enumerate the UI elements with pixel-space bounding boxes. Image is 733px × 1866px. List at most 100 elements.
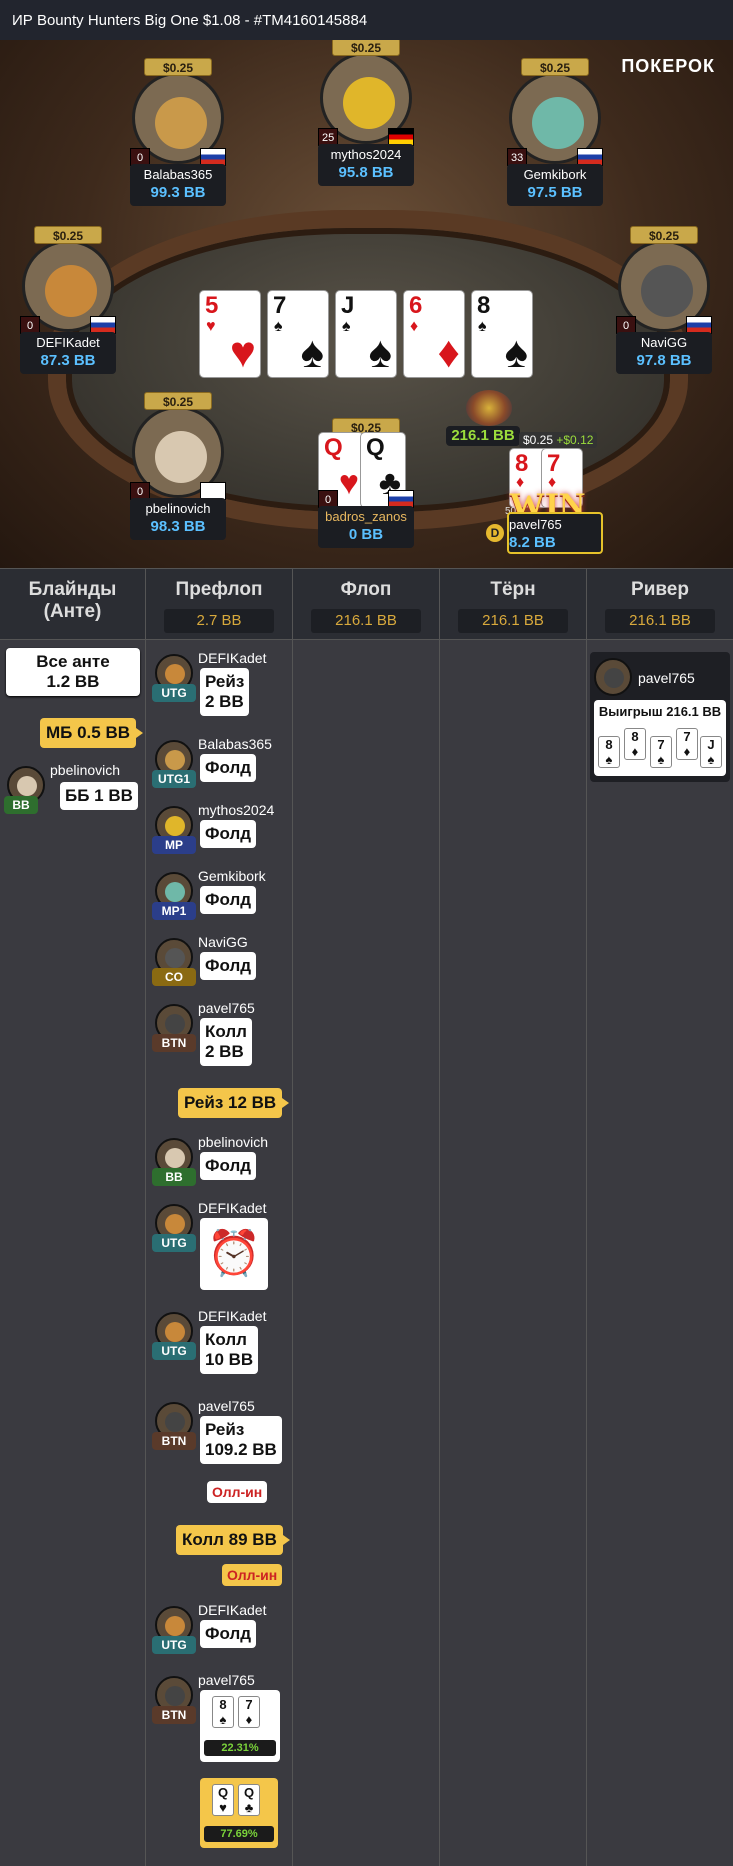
seat-pbelinovich[interactable]: $0.25 0 pbelinovich 98.3 BB bbox=[130, 392, 226, 542]
seat-balabas365[interactable]: $0.25 0 Balabas365 99.3 BB bbox=[130, 58, 226, 208]
seat-navigg[interactable]: $0.25 0 NaviGG 97.8 BB bbox=[616, 226, 712, 376]
action-box: Рейз 109.2 BB bbox=[200, 1416, 282, 1464]
preflop-action: BTN pavel765 Рейз 109.2 BB bbox=[150, 1398, 290, 1472]
winner-bounty: $0.25 +$0.12 bbox=[519, 432, 598, 448]
mini-card: 8 ♦ bbox=[624, 728, 646, 760]
hero-call-chip: Колл 89 BB bbox=[176, 1525, 290, 1555]
player-name: DEFIKadet bbox=[198, 1602, 267, 1618]
allin-tag: Олл-ин bbox=[222, 1564, 283, 1586]
col-preflop: Префлоп 2.7 BB bbox=[146, 569, 293, 641]
window-title: ИР Bounty Hunters Big One $1.08 - #TM416… bbox=[0, 0, 733, 40]
position-badge: CO bbox=[152, 968, 196, 986]
preflop-action: BTN pavel765 8 ♠ 7 ♦ 22.31% bbox=[150, 1672, 290, 1762]
bounty-badge: $0.25 bbox=[521, 58, 589, 76]
player-name: DEFIKadet bbox=[198, 650, 267, 666]
player-stack: 0 BB bbox=[348, 526, 384, 543]
player-name: pavel765 bbox=[198, 1398, 255, 1414]
ante-box: Все анте 1.2 BB bbox=[6, 648, 140, 696]
brand-logo: ПОКЕРОК bbox=[621, 56, 715, 76]
poker-table: ПОКЕРОК $0.25 0 Balabas365 99.3 BB $0.25… bbox=[0, 40, 733, 568]
bounty-badge: $0.25 bbox=[144, 58, 212, 76]
mini-card: Q ♥ bbox=[212, 1784, 234, 1816]
allin-tag: Олл-ин bbox=[207, 1481, 268, 1503]
col-bg bbox=[587, 640, 733, 1866]
player-name: pavel765 bbox=[198, 1672, 255, 1688]
player-name: pavel765 bbox=[509, 517, 562, 532]
preflop-action: UTG1 Balabas365 Фолд bbox=[150, 736, 290, 800]
action-box: Фолд bbox=[200, 952, 257, 980]
hero-raise-chip: Рейз 12 BB bbox=[178, 1088, 290, 1118]
player-name: NaviGG bbox=[640, 335, 688, 350]
player-name: Balabas365 bbox=[198, 736, 272, 752]
player-stack: 87.3 BB bbox=[40, 352, 96, 369]
player-name: DEFIKadet bbox=[36, 335, 100, 350]
player-name: Balabas365 bbox=[143, 167, 213, 182]
pot-chips-icon bbox=[466, 390, 512, 426]
player-stack: 8.2 BB bbox=[509, 534, 556, 551]
player-stack: 95.8 BB bbox=[338, 164, 394, 181]
col-bg bbox=[293, 640, 440, 1866]
dealer-button: D bbox=[486, 524, 504, 542]
hero-shown-cards: Q ♥ Q ♣ 77.69% bbox=[200, 1778, 278, 1848]
player-plate: mythos2024 95.8 BB bbox=[318, 144, 414, 186]
position-badge: BTN bbox=[152, 1034, 196, 1052]
mini-card: 7 ♦ bbox=[238, 1696, 260, 1728]
player-stack: 98.3 BB bbox=[150, 518, 206, 535]
player-name: pavel765 bbox=[638, 670, 695, 686]
player-name: Gemkibork bbox=[523, 167, 587, 182]
position-badge: MP bbox=[152, 836, 196, 854]
player-plate: Gemkibork 97.5 BB bbox=[507, 164, 603, 206]
preflop-action: BB pbelinovich Фолд bbox=[150, 1134, 290, 1198]
col-flop: Флоп 216.1 BB bbox=[293, 569, 440, 641]
player-name: pavel765 bbox=[198, 1000, 255, 1016]
col-river: Ривер 216.1 BB bbox=[587, 569, 733, 641]
player-stack: 97.8 BB bbox=[636, 352, 692, 369]
win-box: Выигрыш 216.1 BB 8 ♠ 8 ♦ 7 ♠ 7 ♦ J ♠ bbox=[594, 700, 726, 776]
mini-card: J ♠ bbox=[700, 736, 722, 768]
position-badge: BTN bbox=[152, 1432, 196, 1450]
seat-defikadet[interactable]: $0.25 0 DEFIKadet 87.3 BB bbox=[20, 226, 116, 376]
action-box: Колл 10 BB bbox=[200, 1326, 259, 1374]
preflop-action: BTN pavel765 Колл 2 BB bbox=[150, 1000, 290, 1074]
player-name: pbelinovich bbox=[198, 1134, 269, 1150]
player-name: DEFIKadet bbox=[198, 1200, 267, 1216]
community-cards: 5 ♥ ♥ 7 ♠ ♠ J ♠ ♠ 6 ♦ ♦ 8 ♠ ♠ bbox=[199, 290, 537, 380]
mini-card: Q ♣ bbox=[238, 1784, 260, 1816]
river-result: pavel765 Выигрыш 216.1 BB 8 ♠ 8 ♦ 7 ♠ 7 ♦ J ♠ bbox=[590, 652, 730, 782]
win-amount: Выигрыш 216.1 BB bbox=[598, 704, 722, 719]
street-pot: 216.1 BB bbox=[311, 609, 421, 633]
equity-badge: 77.69% bbox=[204, 1826, 274, 1842]
mini-card: 8 ♠ bbox=[212, 1696, 234, 1728]
position-badge: UTG bbox=[152, 1636, 196, 1654]
board-card: 5 ♥ ♥ bbox=[199, 290, 261, 378]
position-badge: UTG1 bbox=[152, 770, 196, 788]
action-box: Рейз 2 BB bbox=[200, 668, 250, 716]
player-name: pbelinovich bbox=[50, 762, 121, 778]
seat-mythos2024[interactable]: $0.25 25 mythos2024 95.8 BB bbox=[318, 40, 414, 188]
position-badge: BTN bbox=[152, 1706, 196, 1724]
position-badge: BB bbox=[152, 1168, 196, 1186]
preflop-action: MP1 Gemkibork Фолд bbox=[150, 868, 290, 932]
player-stack: 99.3 BB bbox=[150, 184, 206, 201]
preflop-action: UTG DEFIKadet Колл 10 BB bbox=[150, 1308, 290, 1382]
col-blinds: Блайнды (Анте) bbox=[0, 569, 146, 641]
action-box: Фолд bbox=[200, 886, 257, 914]
sb-chip: МБ 0.5 BB bbox=[40, 718, 144, 748]
action-box: Фолд bbox=[200, 754, 257, 782]
board-card: 8 ♠ ♠ bbox=[471, 290, 533, 378]
board-card: 7 ♠ ♠ bbox=[267, 290, 329, 378]
seat-badros-zanos[interactable]: $0.25 Q ♥ Q ♣ 0 badros_zanos 0 BB bbox=[318, 418, 414, 568]
player-name: DEFIKadet bbox=[198, 1308, 267, 1324]
avatar bbox=[594, 658, 632, 696]
player-name: Gemkibork bbox=[198, 868, 266, 884]
position-badge: UTG bbox=[152, 684, 196, 702]
player-plate: DEFIKadet 87.3 BB bbox=[20, 332, 116, 374]
position-badge: UTG bbox=[152, 1234, 196, 1252]
player-stack: 97.5 BB bbox=[527, 184, 583, 201]
seat-gemkibork[interactable]: $0.25 33 Gemkibork 97.5 BB bbox=[507, 58, 603, 208]
shown-cards: 8 ♠ 7 ♦ 22.31% bbox=[200, 1690, 280, 1762]
col-bg bbox=[440, 640, 587, 1866]
player-name: mythos2024 bbox=[330, 147, 402, 162]
street-pot: 216.1 BB bbox=[605, 609, 715, 633]
position-badge: UTG bbox=[152, 1342, 196, 1360]
